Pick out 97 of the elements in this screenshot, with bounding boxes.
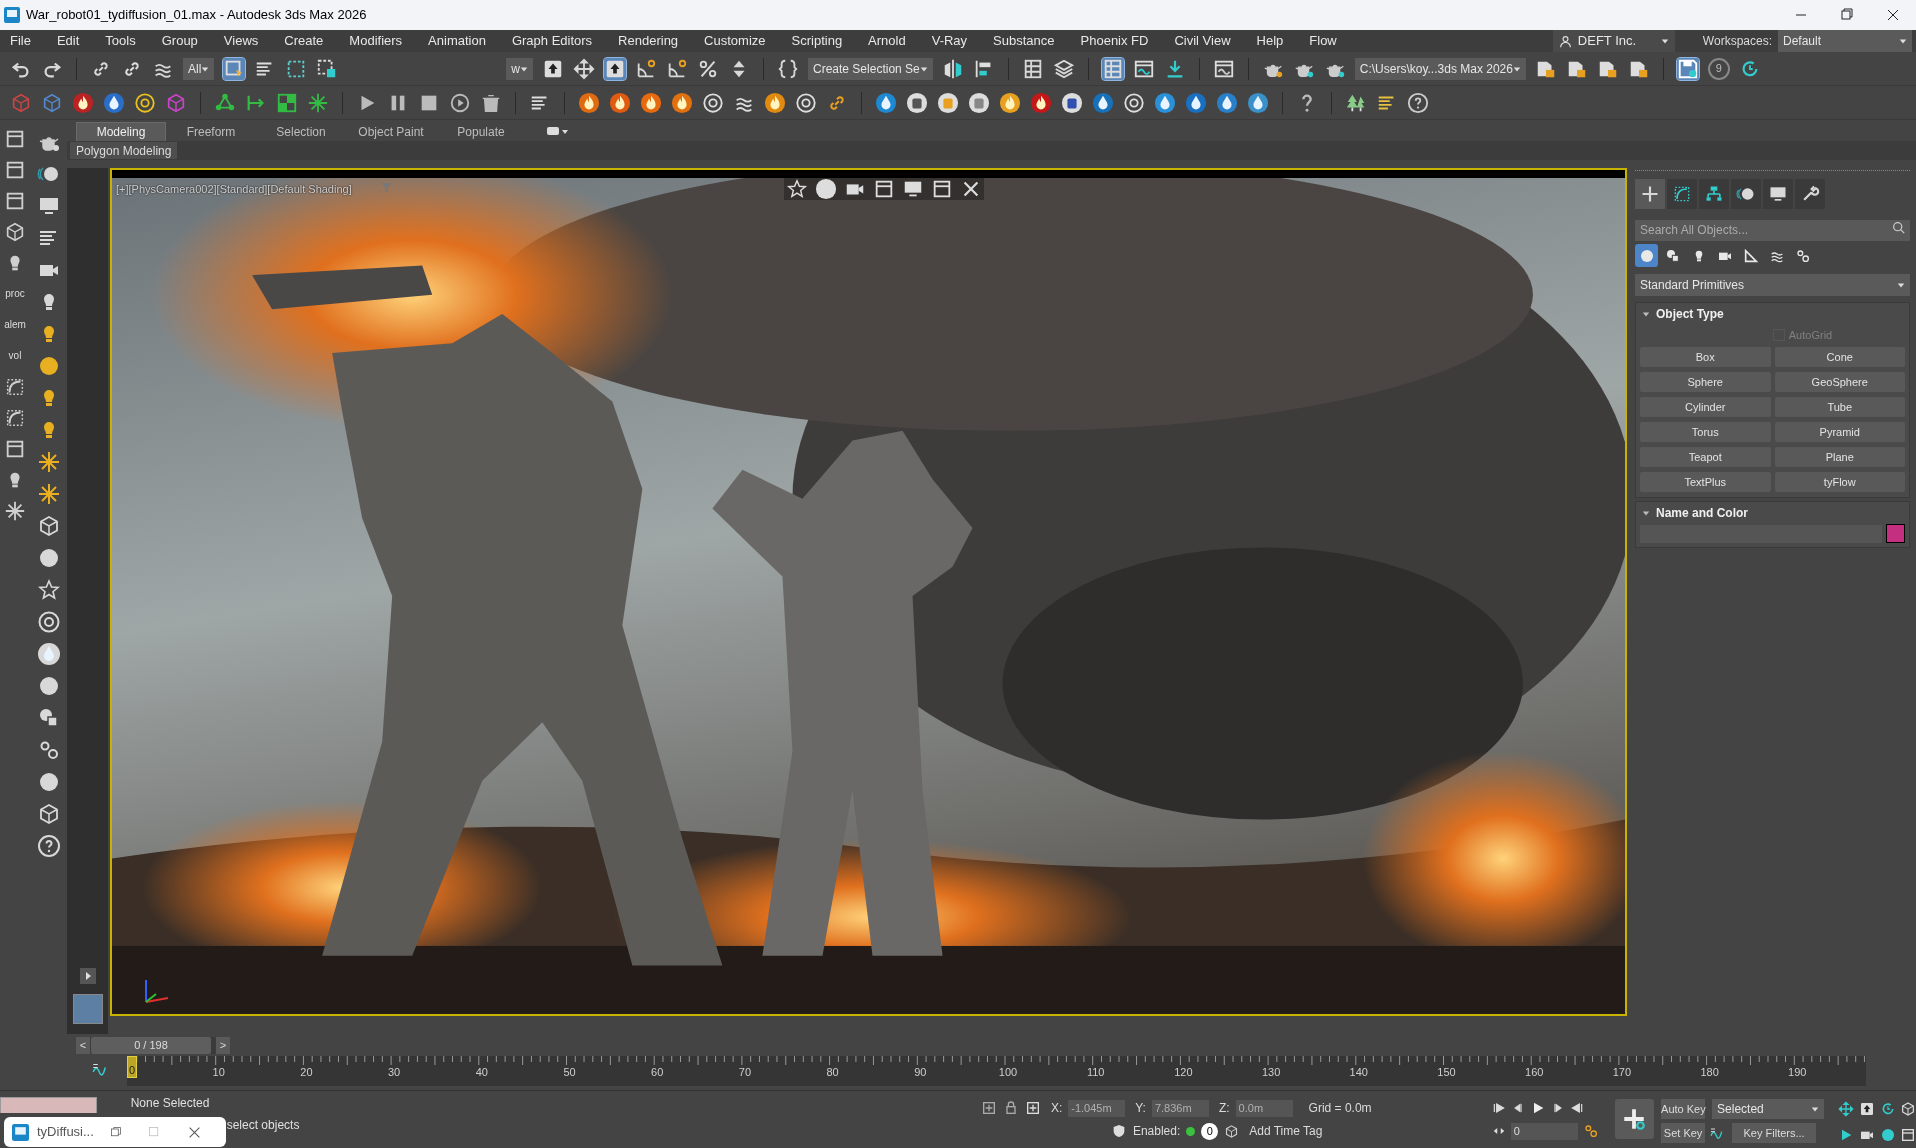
ribbon-tab[interactable]: Object Paint — [346, 122, 436, 141]
key-mode-dropdown[interactable]: Selected — [1712, 1099, 1825, 1119]
frame-number: 160 — [1525, 1065, 1544, 1080]
primitive-button[interactable]: Cylinder — [1640, 397, 1771, 417]
menu-item[interactable]: Scripting — [791, 31, 843, 51]
menu-item[interactable]: Customize — [704, 31, 766, 51]
frame-number: 80 — [826, 1065, 839, 1080]
primitive-button[interactable]: Sphere — [1640, 372, 1771, 392]
primitive-button[interactable]: TextPlus — [1640, 472, 1771, 492]
coordinate-field[interactable]: 7.836m — [1151, 1099, 1209, 1117]
tool-label[interactable]: vol — [8, 345, 22, 367]
tool-label[interactable]: alem — [4, 314, 26, 336]
selection-filter-dropdown[interactable]: All — [183, 57, 215, 80]
frame-number: 100 — [998, 1065, 1018, 1080]
auto-key-button[interactable]: Auto Key — [1661, 1099, 1706, 1119]
ribbon-tab[interactable]: Modeling — [76, 122, 166, 141]
menu-item[interactable]: Phoenix FD — [1080, 31, 1149, 51]
frame-number: 150 — [1437, 1065, 1456, 1080]
menu-item[interactable]: Views — [223, 31, 259, 51]
preview-title: tyDiffusi... — [37, 1123, 94, 1142]
frame-number: 10 — [212, 1065, 225, 1080]
taskbar-preview-tooltip[interactable]: tyDiffusi... — [4, 1117, 226, 1147]
menu-item[interactable]: Animation — [428, 31, 486, 51]
coordinate-label: Y: — [1135, 1100, 1146, 1117]
primitive-button[interactable]: GeoSphere — [1774, 372, 1905, 392]
primitive-button[interactable]: Plane — [1774, 447, 1905, 467]
menu-item[interactable]: File — [10, 31, 31, 51]
menu-item[interactable]: Group — [161, 31, 198, 51]
primitive-button[interactable]: Torus — [1640, 422, 1771, 442]
workspaces-label: Workspaces: — [1702, 33, 1772, 50]
frame-number: 40 — [475, 1065, 488, 1080]
frame-number: 180 — [1700, 1065, 1719, 1080]
menu-item[interactable]: Edit — [56, 31, 80, 51]
next-frame-button[interactable]: > — [216, 1036, 230, 1054]
frame-number: 20 — [300, 1065, 313, 1080]
rollout-title[interactable]: Name and Color — [1656, 504, 1748, 522]
ribbon-panel-label[interactable]: Polygon Modeling — [70, 142, 178, 159]
coordinate-field[interactable]: -1.045m — [1068, 1099, 1126, 1117]
frame-number: 60 — [651, 1065, 664, 1080]
frame-number: 170 — [1612, 1065, 1632, 1080]
selection-set-dropdown[interactable]: Create Selection Se — [808, 57, 933, 80]
frame-number: 130 — [1261, 1065, 1281, 1080]
menu-item[interactable]: Flow — [1309, 31, 1337, 51]
workspaces-dropdown[interactable]: Default — [1778, 30, 1912, 52]
reference-coordinate-dropdown[interactable]: w — [506, 57, 533, 80]
primitive-button[interactable]: Cone — [1774, 347, 1905, 367]
primitive-button[interactable]: Pyramid — [1774, 422, 1905, 442]
grid-status: Grid = 0.0m — [1308, 1100, 1372, 1117]
menu-item[interactable]: Modifiers — [349, 31, 403, 51]
timeline-track[interactable]: 0 10 20 30 40 50 60 70 80 90 100 110 120 130 140 150 160 170 180 190 — [127, 1056, 1866, 1086]
primitive-button[interactable]: Tube — [1774, 397, 1905, 417]
project-folder-dropdown[interactable]: C:\Users\koy...3ds Max 2026 — [1354, 57, 1526, 80]
primitive-button[interactable]: tyFlow — [1774, 472, 1905, 492]
ribbon-tab[interactable]: Selection — [256, 122, 346, 141]
search-field[interactable]: Search All Objects... — [1635, 219, 1910, 241]
set-key-text-button[interactable]: Set Key — [1661, 1123, 1706, 1143]
window-title: War_robot01_tydiffusion_01.max - Autodesk 3ds Max 2026 — [26, 6, 367, 25]
menu-item[interactable]: Help — [1256, 31, 1284, 51]
tool-label[interactable]: proc — [5, 283, 25, 305]
menu-item[interactable]: Create — [284, 31, 324, 51]
coordinate-label: X: — [1050, 1100, 1063, 1117]
time-slider-thumb[interactable]: 0 / 198 — [91, 1036, 211, 1054]
frame-number: 90 — [914, 1065, 927, 1080]
primitive-button[interactable]: Box — [1640, 347, 1771, 367]
menu-item[interactable]: Arnold — [868, 31, 906, 51]
menu-item[interactable]: Graph Editors — [511, 31, 593, 51]
selection-status: None Selected — [130, 1096, 211, 1110]
frame-number: 30 — [387, 1065, 401, 1080]
previous-frame-button[interactable]: < — [76, 1036, 90, 1054]
frame-number: 120 — [1174, 1065, 1193, 1080]
add-time-tag-link[interactable]: Add Time Tag — [1249, 1122, 1323, 1140]
rollout-title[interactable]: Object Type — [1656, 305, 1724, 323]
account-dropdown[interactable]: DEFT Inc. — [1552, 30, 1675, 52]
backup-counter[interactable]: 9 — [1707, 57, 1730, 80]
current-frame-marker[interactable]: 0 — [127, 1056, 137, 1078]
coordinate-field[interactable]: 0.0m — [1235, 1099, 1293, 1117]
menu-item[interactable]: Tools — [105, 31, 136, 51]
ribbon-tab[interactable]: Populate — [436, 122, 526, 141]
frame-number: 140 — [1349, 1065, 1368, 1080]
count-badge: 0 — [1201, 1122, 1219, 1140]
frame-number: 110 — [1086, 1065, 1105, 1080]
coordinate-label: Z: — [1218, 1100, 1230, 1117]
frame-number: 190 — [1788, 1065, 1807, 1080]
menu-item[interactable]: Substance — [993, 31, 1055, 51]
menu-item[interactable]: Civil View — [1174, 31, 1231, 51]
enabled-label: Enabled: — [1132, 1123, 1181, 1140]
prompt-text: select objects — [226, 1118, 301, 1132]
frame-field[interactable]: 0 — [1510, 1122, 1578, 1140]
menu-item[interactable]: V-Ray — [931, 31, 968, 51]
frame-number: 70 — [738, 1065, 751, 1080]
menu-item[interactable]: Rendering — [618, 31, 679, 51]
frame-number: 50 — [563, 1065, 576, 1080]
time-slider[interactable]: < 0 / 198 > — [76, 1036, 230, 1054]
primitive-button[interactable]: Teapot — [1640, 447, 1771, 467]
key-filters-button[interactable]: Key Filters... — [1732, 1123, 1817, 1143]
primitives-dropdown[interactable]: Standard Primitives — [1635, 274, 1910, 296]
ribbon-tab[interactable]: Freeform — [166, 122, 256, 141]
